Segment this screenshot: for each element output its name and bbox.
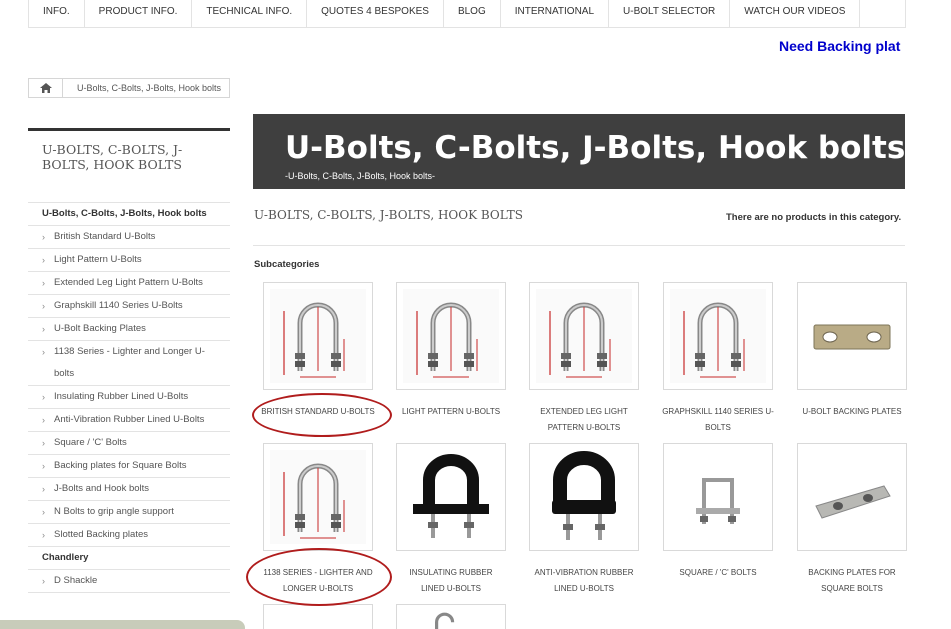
sidebar-item[interactable]: › D Shackle: [28, 570, 230, 593]
sidebar-item[interactable]: › N Bolts to grip angle support: [28, 501, 230, 524]
sidebar-heading: U-BOLTS, C-BOLTS, J-BOLTS, HOOK BOLTS: [28, 131, 230, 203]
highlight-circle: [246, 548, 392, 606]
subcategory-tile[interactable]: [263, 443, 373, 551]
sidebar-item[interactable]: › Square / 'C' Bolts: [28, 432, 230, 455]
antivib-ubolt-image: [536, 450, 632, 544]
chevron-right-icon: ›: [42, 507, 45, 517]
nav-product-info[interactable]: PRODUCT INFO.: [85, 0, 193, 27]
nav-quotes[interactable]: QUOTES 4 BESPOKES: [307, 0, 444, 27]
backing-plate-image: [804, 289, 900, 383]
no-products-message: There are no products in this category.: [726, 212, 902, 223]
ubolt-diagram-image: [403, 289, 499, 383]
subcategory-label[interactable]: U-BOLT BACKING PLATES: [787, 404, 917, 420]
ubolt-diagram-image: [270, 450, 366, 544]
page-subtitle: -U-Bolts, C-Bolts, J-Bolts, Hook bolts-: [285, 171, 436, 181]
sidebar-item[interactable]: › Extended Leg Light Pattern U-Bolts: [28, 272, 230, 295]
sidebar-item[interactable]: › J-Bolts and Hook bolts: [28, 478, 230, 501]
nav-info[interactable]: INFO.: [29, 0, 85, 27]
plate-square-image: [804, 450, 900, 544]
status-strip: [0, 620, 245, 629]
chevron-right-icon: ›: [42, 576, 45, 586]
divider: [253, 245, 905, 246]
subcategory-tile[interactable]: [529, 443, 639, 551]
subcategory-label[interactable]: SQUARE / 'C' BOLTS: [653, 565, 783, 581]
subcategory-label[interactable]: LIGHT PATTERN U-BOLTS: [386, 404, 516, 420]
nav-videos[interactable]: WATCH OUR VIDEOS: [730, 0, 861, 27]
subcategory-tile[interactable]: [396, 604, 506, 629]
subcategory-label[interactable]: ANTI-VIBRATION RUBBER LINED U-BOLTS: [519, 565, 649, 597]
page-title: U-Bolts, C-Bolts, J-Bolts, Hook bolts: [285, 130, 906, 166]
chevron-right-icon: ›: [42, 324, 45, 334]
category-heading: U-BOLTS, C-BOLTS, J-BOLTS, HOOK BOLTS: [254, 208, 523, 222]
nav-technical-info[interactable]: TECHNICAL INFO.: [192, 0, 308, 27]
chevron-right-icon: ›: [42, 255, 45, 265]
subcategory-label[interactable]: INSULATING RUBBER LINED U-BOLTS: [386, 565, 516, 597]
sidebar-item[interactable]: › Light Pattern U-Bolts: [28, 249, 230, 272]
subcategory-tile[interactable]: [396, 443, 506, 551]
nav-blog[interactable]: BLOG: [444, 0, 501, 27]
chevron-right-icon: ›: [42, 530, 45, 540]
sidebar-item-current-category[interactable]: U-Bolts, C-Bolts, J-Bolts, Hook bolts: [28, 203, 230, 226]
subcategory-tile[interactable]: [797, 443, 907, 551]
subcategory-label[interactable]: EXTENDED LEG LIGHT PATTERN U-BOLTS: [519, 404, 649, 436]
chevron-right-icon: ›: [42, 461, 45, 471]
chevron-right-icon: ›: [42, 278, 45, 288]
sidebar-item[interactable]: › 1138 Series - Lighter and Longer U-bolt…: [28, 341, 230, 386]
subcategory-tile[interactable]: [663, 282, 773, 390]
rubber-ubolt-image: [403, 450, 499, 544]
subcategory-tile[interactable]: [663, 443, 773, 551]
subcategory-tile[interactable]: [263, 282, 373, 390]
nav-ubolt-selector[interactable]: U-BOLT SELECTOR: [609, 0, 731, 27]
sidebar-item[interactable]: › Slotted Backing plates: [28, 524, 230, 547]
highlight-circle: [252, 393, 392, 437]
chevron-right-icon: ›: [42, 347, 45, 357]
subcategory-label[interactable]: GRAPHSKILL 1140 SERIES U-BOLTS: [653, 404, 783, 436]
chevron-right-icon: ›: [42, 415, 45, 425]
chevron-right-icon: ›: [42, 392, 45, 402]
category-banner: U-Bolts, C-Bolts, J-Bolts, Hook bolts -U…: [253, 114, 905, 189]
subcategory-tile[interactable]: [529, 282, 639, 390]
ubolt-diagram-image: [270, 289, 366, 383]
sidebar-item[interactable]: › Anti-Vibration Rubber Lined U-Bolts: [28, 409, 230, 432]
subcategory-label[interactable]: BACKING PLATES FOR SQUARE BOLTS: [787, 565, 917, 597]
chevron-right-icon: ›: [42, 232, 45, 242]
sidebar-item[interactable]: › Insulating Rubber Lined U-Bolts: [28, 386, 230, 409]
ubolt-diagram-image: [536, 289, 632, 383]
scrolling-notice[interactable]: Need Backing plat: [779, 38, 906, 54]
sidebar-item[interactable]: › Graphskill 1140 Series U-Bolts: [28, 295, 230, 318]
subcategory-tile[interactable]: [263, 604, 373, 629]
breadcrumb: U-Bolts, C-Bolts, J-Bolts, Hook bolts: [28, 78, 231, 98]
subcategory-tile[interactable]: [396, 282, 506, 390]
sidebar-item-chandlery[interactable]: Chandlery: [28, 547, 230, 570]
sidebar-item[interactable]: › Backing plates for Square Bolts: [28, 455, 230, 478]
nav-international[interactable]: INTERNATIONAL: [501, 0, 610, 27]
chevron-right-icon: ›: [42, 301, 45, 311]
chevron-right-icon: ›: [42, 438, 45, 448]
subcategory-tile[interactable]: [797, 282, 907, 390]
breadcrumb-current: U-Bolts, C-Bolts, J-Bolts, Hook bolts: [77, 83, 222, 93]
sidebar-item[interactable]: › British Standard U-Bolts: [28, 226, 230, 249]
category-sidebar: U-BOLTS, C-BOLTS, J-BOLTS, HOOK BOLTS U-…: [28, 128, 230, 593]
ubolt-diagram-image: [670, 289, 766, 383]
top-navigation: INFO. PRODUCT INFO. TECHNICAL INFO. QUOT…: [28, 0, 906, 28]
jbolt-image: [435, 612, 455, 629]
chevron-right-icon: ›: [42, 484, 45, 494]
sidebar-item[interactable]: › U-Bolt Backing Plates: [28, 318, 230, 341]
home-icon[interactable]: [29, 79, 63, 97]
subcategories-label: Subcategories: [254, 259, 320, 270]
square-bolt-image: [670, 450, 766, 544]
